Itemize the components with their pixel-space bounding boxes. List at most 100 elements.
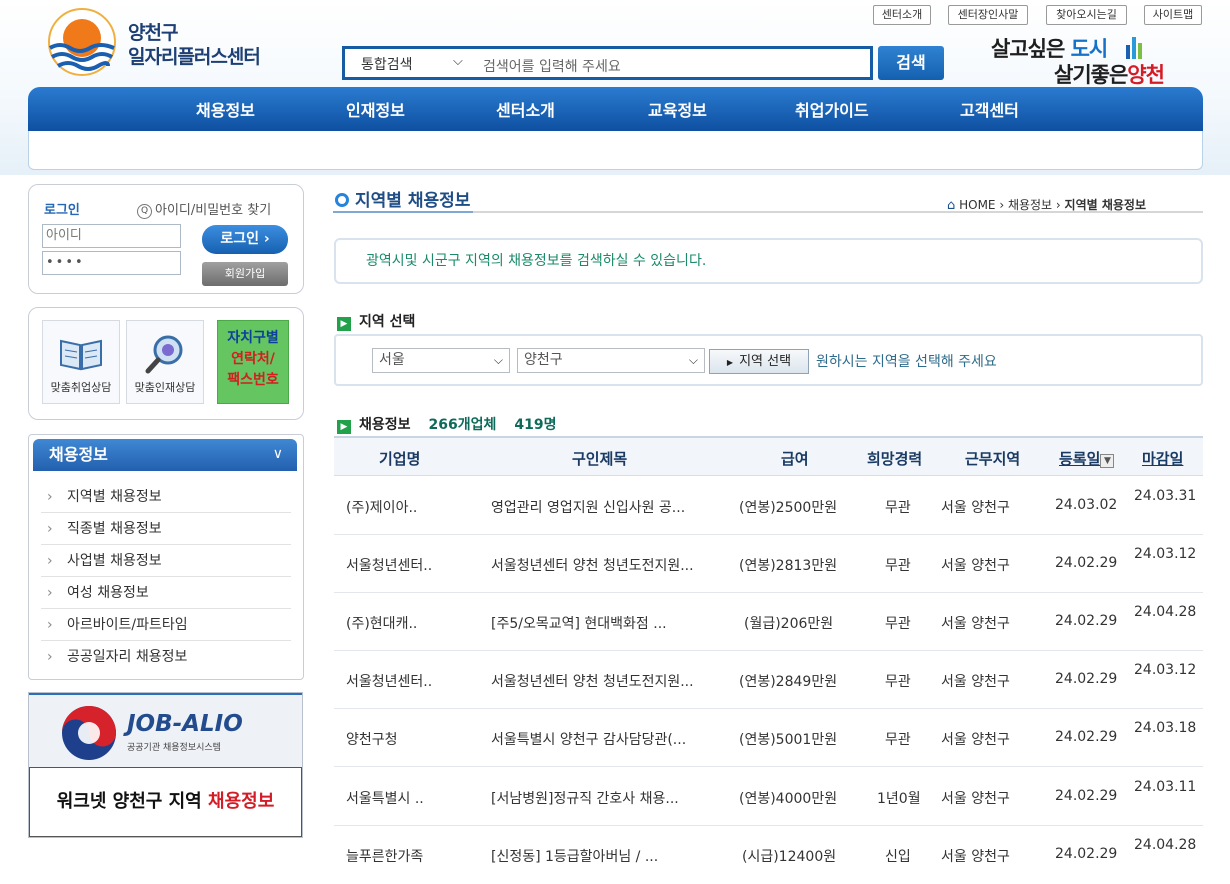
breadcrumb-level1[interactable]: 채용정보 <box>1008 198 1052 212</box>
gnb-item-center[interactable]: 센터소개 <box>496 97 555 121</box>
chevron-right-icon: › <box>47 585 53 601</box>
cell-title[interactable]: 서울청년센터 양천 청년도전지원... <box>491 555 694 575</box>
cell-pay: (연봉)5001만원 <box>739 732 838 748</box>
gnb-item-support[interactable]: 고객센터 <box>960 97 1019 121</box>
quick-tile-line: 자치구별 <box>227 330 279 346</box>
table-row[interactable]: 서울청년센터.. 서울청년센터 양천 청년도전지원... (연봉)2849만원 … <box>334 651 1203 709</box>
breadcrumb-home[interactable]: HOME <box>959 198 995 212</box>
region-selector: 서울 ⌵ 양천구 ⌵ ▶ 지역 선택 원하시는 지역을 선택해 주세요 <box>334 334 1203 386</box>
chevron-right-icon: › <box>47 489 53 505</box>
side-item-region[interactable]: › 지역별 채용정보 <box>41 481 291 513</box>
table-row[interactable]: 서울청년센터.. 서울청년센터 양천 청년도전지원... (연봉)2813만원 … <box>334 535 1203 593</box>
cell-company[interactable]: (주)현대캐.. <box>346 613 417 633</box>
util-link-greeting[interactable]: 센터장인사말 <box>948 5 1028 25</box>
title-divider-accent <box>333 211 473 213</box>
col-deadline-sort[interactable]: 마감일 <box>1142 448 1183 469</box>
cell-company[interactable]: 서울청년센터.. <box>346 671 432 691</box>
cell-registered: 24.02.29 <box>1055 613 1118 629</box>
city-select[interactable]: 서울 ⌵ <box>372 348 510 373</box>
slogan-text-b: 도시 <box>1070 37 1109 61</box>
slogan-text-a: 살고싶은 <box>991 37 1071 61</box>
side-item-parttime[interactable]: › 아르바이트/파트타임 <box>41 609 291 641</box>
quick-menu-box: 맞춤취업상담 맞춤인재상담 자치구별 연락처/ 팩스번호 <box>28 307 304 420</box>
chevron-down-icon: ⌵ <box>493 353 503 367</box>
breadcrumb: ⌂ HOME › 채용정보 › 지역별 채용정보 <box>947 198 1147 213</box>
quick-tile-district-contacts[interactable]: 자치구별 연락처/ 팩스번호 <box>217 320 289 404</box>
cell-area: 서울 양천구 <box>941 500 1010 516</box>
breadcrumb-current: 지역별 채용정보 <box>1064 198 1147 212</box>
gnb-item-talent[interactable]: 인재정보 <box>346 97 405 121</box>
cell-title[interactable]: 영업관리 영업지원 신입사원 공... <box>491 497 685 517</box>
password-input[interactable]: •••• <box>42 251 181 275</box>
table-row[interactable]: 늘푸른한가족 [신정동] 1등급할아버님 / ... (시급)12400원 신입… <box>334 826 1203 884</box>
cell-title[interactable]: 서울특별시 양천구 감사담당관(... <box>491 729 686 749</box>
cell-company[interactable]: (주)제이아.. <box>346 497 417 517</box>
company-count: 266개업체 <box>428 417 497 433</box>
worknet-banner[interactable]: 워크넷 양천구 지역 채용정보 <box>29 767 302 837</box>
find-account-link[interactable]: Q 아이디/비밀번호 찾기 <box>137 199 271 219</box>
search-circle-icon: Q <box>137 204 152 219</box>
job-alio-subtitle: 공공기관 채용정보시스템 <box>127 743 221 753</box>
book-icon <box>60 339 102 371</box>
cell-registered: 24.02.29 <box>1055 671 1118 687</box>
user-id-input[interactable]: 아이디 <box>42 224 181 248</box>
search-button[interactable]: 검색 <box>878 46 944 80</box>
chevron-down-icon: ∨ <box>272 446 283 462</box>
chevron-right-icon: › <box>47 553 53 569</box>
util-link-intro[interactable]: 센터소개 <box>873 5 931 25</box>
cell-company[interactable]: 서울청년센터.. <box>346 555 432 575</box>
district-select-value: 양천구 <box>524 352 563 368</box>
district-select[interactable]: 양천구 ⌵ <box>517 348 705 373</box>
table-row[interactable]: (주)제이아.. 영업관리 영업지원 신입사원 공... (연봉)2500만원 … <box>334 477 1203 535</box>
login-button[interactable]: 로그인 › <box>202 225 288 254</box>
cell-company[interactable]: 늘푸른한가족 <box>346 846 423 866</box>
cell-deadline: 24.03.31 <box>1134 488 1197 504</box>
quick-tile-talent-counsel[interactable]: 맞춤인재상담 <box>126 320 204 404</box>
region-select-button[interactable]: ▶ 지역 선택 <box>709 349 809 374</box>
cell-company[interactable]: 서울특별시 .. <box>346 788 424 808</box>
cell-title[interactable]: 서울청년센터 양천 청년도전지원... <box>491 671 694 691</box>
page-title-text: 지역별 채용정보 <box>355 191 471 211</box>
col-registered-sort[interactable]: 등록일 ▼ <box>1059 448 1115 469</box>
site-logo[interactable]: 양천구 일자리플러스센터 <box>46 8 296 80</box>
cell-area: 서울 양천구 <box>941 849 1010 865</box>
search-input[interactable]: 검색어를 입력해 주세요 <box>483 56 621 76</box>
search-scope-select[interactable]: 통합검색 <box>361 54 413 74</box>
cell-title[interactable]: [주5/오목교역] 현대백화점 ... <box>491 613 667 633</box>
cell-career: 무관 <box>885 616 911 632</box>
cell-area: 서울 양천구 <box>941 791 1010 807</box>
table-row[interactable]: 양천구청 서울특별시 양천구 감사담당관(... (연봉)5001만원 무관 서… <box>334 709 1203 767</box>
chevron-right-icon: › <box>47 521 53 537</box>
cell-career: 1년0월 <box>877 791 921 807</box>
side-item-label: 여성 채용정보 <box>67 585 149 601</box>
cell-company[interactable]: 양천구청 <box>346 729 398 749</box>
quick-tile-job-counsel[interactable]: 맞춤취업상담 <box>42 320 120 404</box>
side-item-program[interactable]: › 사업별 채용정보 <box>41 545 291 577</box>
col-pay: 급여 <box>781 450 809 468</box>
cell-career: 무관 <box>885 500 911 516</box>
cell-area: 서울 양천구 <box>941 674 1010 690</box>
table-row[interactable]: 서울특별시 .. [서남병원]정규직 간호사 채용... (연봉)4000만원 … <box>334 768 1203 826</box>
sort-down-icon[interactable]: ▼ <box>1100 454 1115 468</box>
login-box: 로그인 Q 아이디/비밀번호 찾기 아이디 •••• 로그인 › 회원가입 <box>28 184 304 294</box>
signup-button[interactable]: 회원가입 <box>202 262 288 286</box>
gnb-item-jobs[interactable]: 채용정보 <box>196 97 255 121</box>
util-link-directions[interactable]: 찾아오시는길 <box>1046 5 1127 25</box>
side-item-occupation[interactable]: › 직종별 채용정보 <box>41 513 291 545</box>
gnb-item-education[interactable]: 교육정보 <box>648 97 707 121</box>
cell-title[interactable]: [신정동] 1등급할아버님 / ... <box>491 846 658 866</box>
quick-tile-line: 연락처/ <box>231 351 275 367</box>
cell-registered: 24.03.02 <box>1055 497 1118 513</box>
side-item-public[interactable]: › 공공일자리 채용정보 <box>41 641 291 673</box>
side-item-women[interactable]: › 여성 채용정보 <box>41 577 291 609</box>
cell-deadline: 24.04.28 <box>1134 604 1197 620</box>
side-menu: 채용정보 ∨ › 지역별 채용정보 › 직종별 채용정보 › 사업별 채용정보 › 여성 … <box>28 434 304 680</box>
job-alio-banner[interactable]: JOB-ALIO 공공기관 채용정보시스템 <box>29 693 302 767</box>
cell-title[interactable]: [서남병원]정규직 간호사 채용... <box>491 788 679 808</box>
util-link-sitemap[interactable]: 사이트맵 <box>1144 5 1202 25</box>
table-row[interactable]: (주)현대캐.. [주5/오목교역] 현대백화점 ... (월급)206만원 무… <box>334 593 1203 651</box>
gnb-item-guide[interactable]: 취업가이드 <box>795 97 869 121</box>
chevron-down-icon[interactable]: ⌵ <box>453 54 463 69</box>
side-item-label: 사업별 채용정보 <box>67 553 162 569</box>
table-header: 기업명 구인제목 급여 희망경력 근무지역 등록일 ▼ 마감일 <box>334 436 1203 476</box>
